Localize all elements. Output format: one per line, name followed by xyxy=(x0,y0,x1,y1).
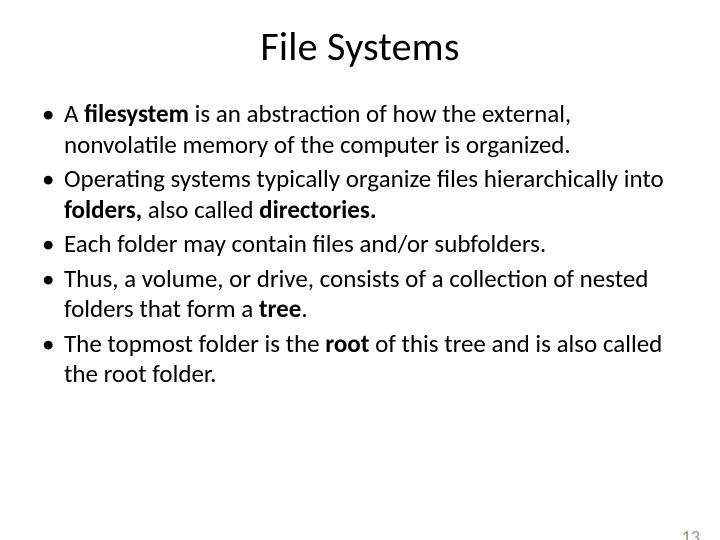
text: Each folder may contain files and/or sub… xyxy=(64,228,546,259)
text: A xyxy=(64,98,84,129)
bold-text: tree xyxy=(259,293,301,324)
slide: File Systems A filesystem is an abstract… xyxy=(0,22,720,540)
bullet-list: A filesystem is an abstraction of how th… xyxy=(38,99,682,390)
bold-text: root xyxy=(325,328,369,359)
text: also called xyxy=(142,194,259,225)
slide-title: File Systems xyxy=(0,22,720,71)
text: Operating systems typically organize fil… xyxy=(64,163,664,194)
bold-text: folders, xyxy=(64,194,142,225)
slide-body: A filesystem is an abstraction of how th… xyxy=(0,99,720,390)
text: The topmost folder is the xyxy=(64,328,325,359)
page-number: 13 xyxy=(682,526,700,540)
bold-text: directories. xyxy=(259,194,376,225)
list-item: The topmost folder is the root of this t… xyxy=(38,329,682,390)
list-item: A filesystem is an abstraction of how th… xyxy=(38,99,682,160)
bold-text: filesystem xyxy=(84,98,189,129)
list-item: Thus, a volume, or drive, consists of a … xyxy=(38,264,682,325)
list-item: Each folder may contain files and/or sub… xyxy=(38,229,682,260)
text: Thus, a volume, or drive, consists of a … xyxy=(64,263,648,325)
list-item: Operating systems typically organize fil… xyxy=(38,164,682,225)
text: . xyxy=(301,293,307,324)
